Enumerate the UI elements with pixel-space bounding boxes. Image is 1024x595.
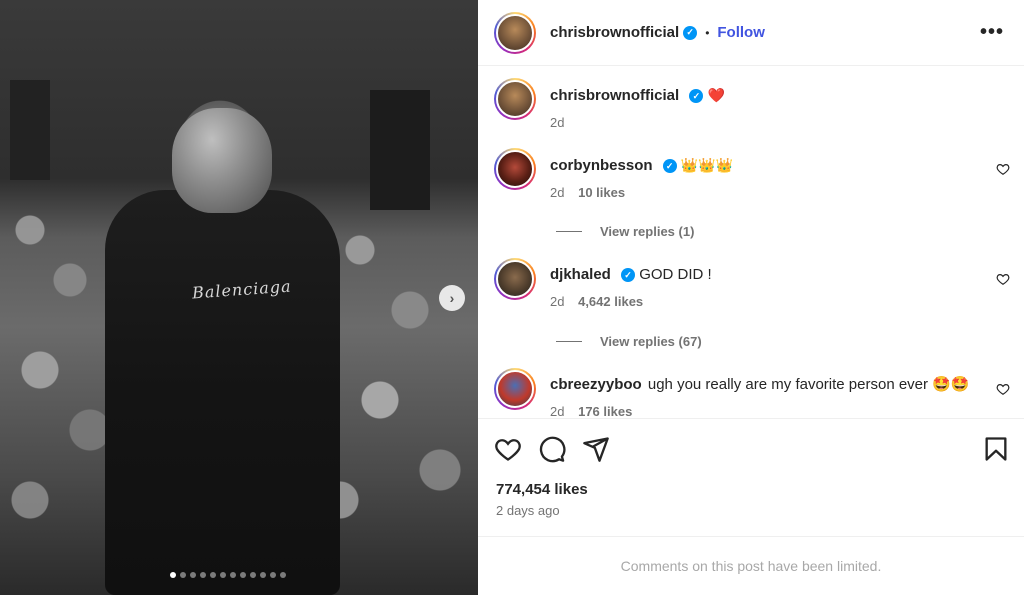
verified-badge-icon: ✓: [689, 89, 704, 104]
view-replies-label: View replies (67): [600, 334, 702, 349]
comment-likes[interactable]: 10 likes: [578, 185, 625, 200]
post-header: chrisbrownofficial ✓ • Follow •••: [478, 0, 1024, 66]
caption-username[interactable]: chrisbrownofficial: [550, 87, 679, 104]
comment-icon[interactable]: [538, 435, 566, 463]
heart-icon[interactable]: [494, 435, 522, 463]
comment-time[interactable]: 2d: [550, 185, 564, 200]
background-pillar: [10, 80, 50, 180]
verified-badge-icon: ✓: [621, 268, 636, 283]
caption-time[interactable]: 2d: [550, 115, 564, 130]
caption: chrisbrownofficial ✓ ❤️ 2d: [494, 78, 1014, 130]
background-pillar: [370, 90, 430, 210]
next-slide-button[interactable]: ›: [439, 285, 465, 311]
verified-badge-icon: ✓: [683, 25, 698, 40]
carousel-dot: [260, 572, 266, 578]
carousel-dot: [270, 572, 276, 578]
separator-dot: •: [705, 25, 710, 40]
performer-figure: [105, 190, 340, 595]
carousel-dot: [220, 572, 226, 578]
heart-icon[interactable]: [996, 272, 1010, 286]
comment-likes[interactable]: 176 likes: [578, 404, 632, 418]
chevron-right-icon: ›: [449, 290, 455, 306]
carousel-dot: [200, 572, 206, 578]
commenter-avatar[interactable]: [494, 148, 536, 190]
caption-text: ❤️: [707, 87, 725, 103]
share-icon[interactable]: [582, 435, 610, 463]
commenter-username[interactable]: cbreezyyboo: [550, 376, 642, 393]
more-icon[interactable]: •••: [980, 22, 1004, 42]
author-username[interactable]: chrisbrownofficial: [550, 24, 679, 41]
bookmark-icon[interactable]: [982, 435, 1010, 463]
comments-limited-notice: Comments on this post have been limited.: [478, 536, 1024, 595]
view-replies-label: View replies (1): [600, 224, 695, 239]
view-replies-button[interactable]: View replies (1): [556, 224, 694, 239]
comment-time[interactable]: 2d: [550, 404, 564, 418]
author-avatar[interactable]: [494, 78, 536, 120]
comment-item: corbynbesson ✓ 👑👑👑 2d 10 likes: [494, 148, 1014, 200]
carousel-dot: [170, 572, 176, 578]
post-sidebar: chrisbrownofficial ✓ • Follow ••• chrisb…: [478, 0, 1024, 595]
post-actions: 774,454 likes 2 days ago: [478, 418, 1024, 536]
heart-icon[interactable]: [996, 162, 1010, 176]
carousel-indicator: [170, 572, 286, 578]
carousel-dot: [190, 572, 196, 578]
commenter-username[interactable]: djkhaled: [550, 266, 611, 283]
comment-item: cbreezyyboo ugh you really are my favori…: [494, 368, 1014, 418]
heart-icon[interactable]: [996, 382, 1010, 396]
view-replies-button[interactable]: View replies (67): [556, 334, 702, 349]
verified-badge-icon: ✓: [662, 159, 677, 174]
performer-head: [172, 108, 272, 213]
carousel-dot: [240, 572, 246, 578]
commenter-avatar[interactable]: [494, 258, 536, 300]
comment-text: GOD DID !: [639, 266, 712, 283]
comments-list[interactable]: chrisbrownofficial ✓ ❤️ 2d corbynbesson …: [478, 66, 1024, 418]
post-timestamp: 2 days ago: [496, 503, 560, 518]
post-likes-count[interactable]: 774,454 likes: [496, 481, 588, 498]
comment-time[interactable]: 2d: [550, 294, 564, 309]
commenter-avatar[interactable]: [494, 368, 536, 410]
comment-likes[interactable]: 4,642 likes: [578, 294, 643, 309]
post-media[interactable]: Balenciaga ›: [0, 0, 478, 595]
carousel-dot: [210, 572, 216, 578]
carousel-dot: [230, 572, 236, 578]
author-avatar[interactable]: [494, 11, 536, 54]
follow-button[interactable]: Follow: [717, 24, 765, 41]
comment-text: 👑👑👑: [680, 157, 734, 173]
carousel-dot: [250, 572, 256, 578]
carousel-dot: [180, 572, 186, 578]
carousel-dot: [280, 572, 286, 578]
commenter-username[interactable]: corbynbesson: [550, 157, 653, 174]
comment-text: ugh you really are my favorite person ev…: [647, 376, 970, 393]
comment-item: djkhaled ✓ GOD DID ! 2d 4,642 likes: [494, 258, 1014, 309]
